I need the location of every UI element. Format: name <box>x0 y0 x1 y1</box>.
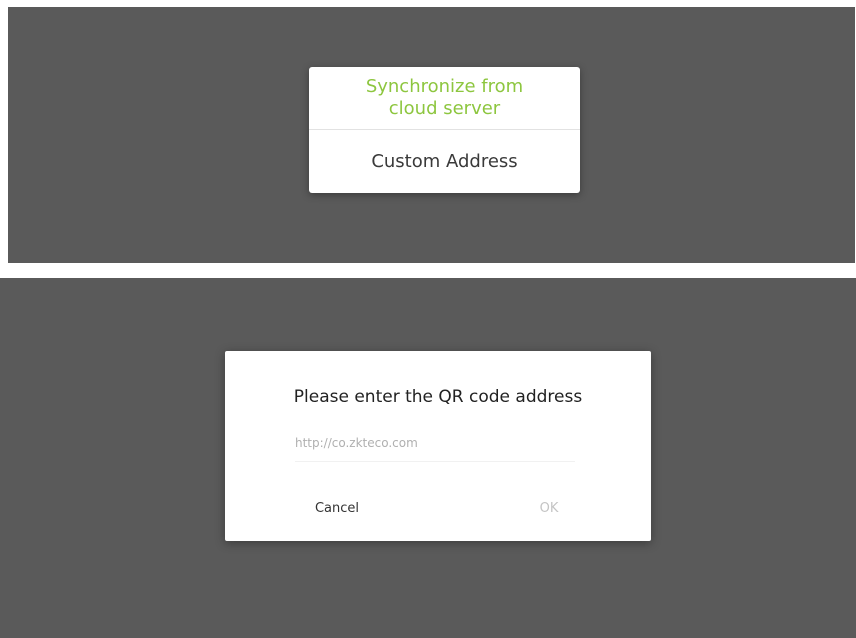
qr-address-screen: Please enter the QR code address Cancel … <box>0 278 856 638</box>
custom-address-label: Custom Address <box>371 150 518 172</box>
sync-from-cloud-option[interactable]: Synchronize from cloud server <box>309 67 580 129</box>
cancel-button[interactable]: Cancel <box>277 491 397 525</box>
sync-source-dialog: Synchronize from cloud server Custom Add… <box>309 67 580 193</box>
qr-address-input[interactable] <box>295 431 515 455</box>
sync-from-cloud-label: Synchronize from cloud server <box>365 76 524 119</box>
dialog-title: Please enter the QR code address <box>293 387 583 407</box>
custom-address-option[interactable]: Custom Address <box>309 130 580 193</box>
ok-button[interactable]: OK <box>489 491 609 525</box>
sync-source-screen: Synchronize from cloud server Custom Add… <box>8 7 855 263</box>
qr-address-dialog: Please enter the QR code address Cancel … <box>225 351 651 541</box>
input-underline <box>295 461 575 462</box>
